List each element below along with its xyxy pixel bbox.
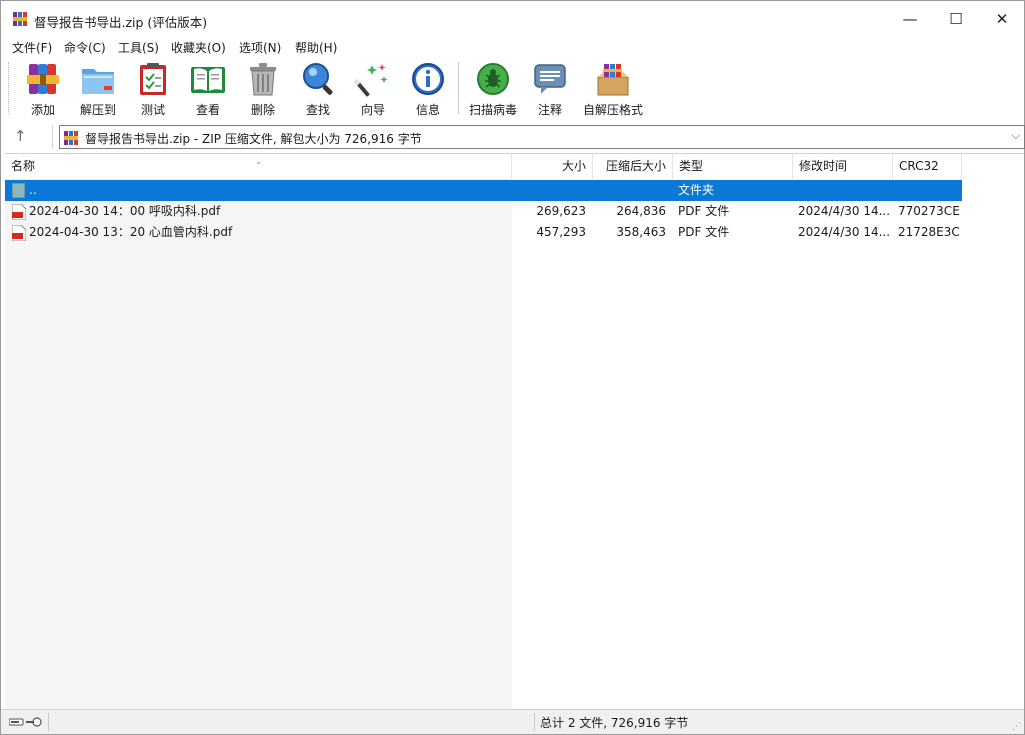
- column-header-name[interactable]: 名称 ⌄: [5, 154, 512, 179]
- menu-bar: 文件(F) 命令(C) 工具(S) 收藏夹(O) 选项(N) 帮助(H): [1, 37, 1024, 57]
- column-header-packed[interactable]: 压缩后大小: [593, 154, 673, 179]
- row-type: PDF 文件: [678, 204, 730, 218]
- column-header-modified[interactable]: 修改时间: [793, 154, 893, 179]
- row-name: 2024-04-30 13：20 心血管内科.pdf: [29, 225, 233, 239]
- resize-grip-icon[interactable]: ⋰: [1012, 722, 1021, 732]
- wizard-wand-icon: [354, 64, 388, 97]
- tool-test-label: 测试: [140, 103, 165, 117]
- tool-test-button[interactable]: 测试: [134, 60, 172, 118]
- close-icon: ✕: [995, 10, 1009, 28]
- row-size: 269,623: [536, 204, 586, 218]
- zip-archive-icon: [64, 131, 78, 145]
- minimize-icon: —: [902, 10, 918, 28]
- address-path-text: 督导报告书导出.zip - ZIP 压缩文件, 解包大小为 726,916 字节: [85, 132, 422, 146]
- column-header-type[interactable]: 类型: [673, 154, 793, 179]
- test-clipboard-icon: [140, 63, 166, 95]
- tool-add-label: 添加: [30, 103, 55, 117]
- status-divider: [48, 713, 49, 731]
- tool-virus-scan-label: 扫描病毒: [468, 103, 517, 117]
- address-separator: [52, 125, 53, 149]
- row-modified: 2024/4/30 14...: [798, 204, 890, 218]
- toolbar: 添加 解压到 测试 查看 删除 查找 向导 信息 扫描病毒 注释 自解压格式: [1, 58, 1024, 121]
- row-name: 2024-04-30 14：00 呼吸内科.pdf: [29, 204, 221, 218]
- row-packed: 358,463: [616, 225, 666, 239]
- comment-icon: [534, 64, 566, 94]
- row-modified: 2024/4/30 14...: [798, 225, 890, 239]
- address-combobox[interactable]: 督导报告书导出.zip - ZIP 压缩文件, 解包大小为 726,916 字节…: [59, 125, 1025, 149]
- find-magnifier-icon: [303, 63, 333, 95]
- table-row-parent-folder[interactable]: .. 文件夹: [5, 180, 962, 201]
- tool-add-button[interactable]: 添加: [23, 60, 63, 118]
- row-type: 文件夹: [678, 183, 715, 197]
- title-bar[interactable]: 督导报告书导出.zip (评估版本) — ☐ ✕: [1, 1, 1024, 37]
- row-size: 457,293: [536, 225, 586, 239]
- minimize-button[interactable]: —: [887, 1, 933, 37]
- up-folder-icon[interactable]: ↑: [14, 127, 27, 145]
- row-type: PDF 文件: [678, 225, 730, 239]
- winrar-app-icon: [13, 12, 27, 26]
- status-summary: 总计 2 文件, 726,916 字节: [540, 716, 689, 730]
- menu-favorites[interactable]: 收藏夹(O): [171, 39, 226, 56]
- window-title: 督导报告书导出.zip (评估版本): [34, 15, 208, 30]
- trash-icon: [250, 63, 276, 96]
- tool-wizard-label: 向导: [360, 103, 385, 117]
- tool-view-label: 查看: [195, 103, 220, 117]
- parent-folder-icon: [12, 183, 25, 198]
- pdf-file-icon: [12, 225, 26, 241]
- file-list[interactable]: 名称 ⌄ 大小 压缩后大小 类型 修改时间 CRC32 .. 文件夹 2024-…: [5, 153, 1024, 709]
- sfx-box-icon: [597, 64, 629, 96]
- toolbar-separator: [458, 62, 459, 114]
- maximize-button[interactable]: ☐: [933, 1, 979, 37]
- add-archive-icon: [27, 64, 59, 94]
- tool-view-button[interactable]: 查看: [187, 60, 229, 118]
- row-crc: 770273CE: [898, 204, 960, 218]
- tool-delete-label: 删除: [250, 103, 275, 117]
- tool-extract-label: 解压到: [79, 103, 116, 117]
- row-packed: 264,836: [616, 204, 666, 218]
- toolbar-grip[interactable]: [8, 62, 11, 114]
- tool-sfx-label: 自解压格式: [582, 103, 643, 117]
- table-row[interactable]: 2024-04-30 14：00 呼吸内科.pdf 269,623 264,83…: [5, 201, 962, 222]
- tool-info-label: 信息: [415, 103, 440, 117]
- info-icon: [412, 63, 444, 95]
- tool-virus-scan-button[interactable]: 扫描病毒: [467, 60, 519, 118]
- tool-comment-label: 注释: [537, 103, 562, 117]
- drive-key-icon[interactable]: [9, 715, 45, 729]
- column-header-size[interactable]: 大小: [512, 154, 593, 179]
- address-row: ↑ 督导报告书导出.zip - ZIP 压缩文件, 解包大小为 726,916 …: [1, 123, 1025, 151]
- tool-extract-button[interactable]: 解压到: [77, 60, 119, 118]
- status-bar: 总计 2 文件, 726,916 字节 ⋰: [1, 709, 1024, 734]
- tool-find-label: 查找: [305, 103, 330, 117]
- maximize-icon: ☐: [949, 10, 963, 28]
- extract-folder-icon: [82, 69, 114, 94]
- sort-chevron-icon: ⌄: [255, 157, 263, 167]
- chevron-down-icon[interactable]: ⌵: [1012, 129, 1020, 143]
- winrar-window: 督导报告书导出.zip (评估版本) — ☐ ✕ 文件(F) 命令(C) 工具(…: [0, 0, 1025, 735]
- column-header-crc[interactable]: CRC32: [893, 154, 962, 179]
- close-button[interactable]: ✕: [979, 1, 1025, 37]
- list-header: 名称 ⌄ 大小 压缩后大小 类型 修改时间 CRC32: [5, 154, 962, 179]
- tool-sfx-button[interactable]: 自解压格式: [581, 60, 645, 118]
- tool-comment-button[interactable]: 注释: [531, 60, 569, 118]
- menu-file[interactable]: 文件(F): [12, 39, 52, 56]
- row-name: ..: [29, 183, 37, 197]
- table-row[interactable]: 2024-04-30 13：20 心血管内科.pdf 457,293 358,4…: [5, 222, 962, 243]
- menu-options[interactable]: 选项(N): [239, 39, 281, 56]
- menu-help[interactable]: 帮助(H): [295, 39, 337, 56]
- status-divider: [534, 713, 535, 731]
- view-book-icon: [191, 67, 225, 93]
- pdf-file-icon: [12, 204, 26, 220]
- menu-commands[interactable]: 命令(C): [64, 39, 106, 56]
- tool-delete-button[interactable]: 删除: [244, 60, 282, 118]
- tool-info-button[interactable]: 信息: [408, 60, 448, 118]
- column-name-label: 名称: [11, 159, 36, 173]
- virus-scan-icon: [477, 63, 509, 95]
- tool-wizard-button[interactable]: 向导: [353, 60, 393, 118]
- row-crc: 21728E3C: [898, 225, 960, 239]
- tool-find-button[interactable]: 查找: [298, 60, 338, 118]
- menu-tools[interactable]: 工具(S): [118, 39, 159, 56]
